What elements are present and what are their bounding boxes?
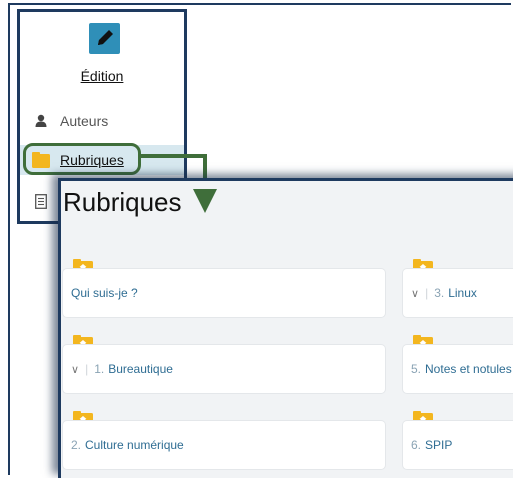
rubriques-highlight (23, 143, 141, 175)
document-icon (32, 192, 50, 210)
list-item[interactable]: 5. Notes et notules (403, 345, 513, 393)
separator: | (425, 286, 429, 300)
rubrique-number: 1. (94, 362, 105, 376)
rubrique-number: 3. (434, 286, 445, 300)
user-icon (32, 112, 50, 130)
list-item[interactable]: Qui suis-je ? (63, 269, 385, 317)
list-item[interactable]: ∨ | 1. Bureautique (63, 345, 385, 393)
menu-item-label: Auteurs (60, 113, 109, 129)
rubrique-label: SPIP (425, 438, 453, 452)
list-item[interactable]: 6. SPIP (403, 421, 513, 469)
rubrique-number: 6. (411, 438, 422, 452)
callout-arrow-horizontal (139, 154, 207, 158)
rubrique-label: Qui suis-je ? (71, 286, 138, 300)
rubriques-panel: Rubriques Qui suis-je ? ∨ | 3. Linux ∨ |… (58, 178, 513, 478)
list-item[interactable]: 2. Culture numérique (63, 421, 385, 469)
callout-arrow-head (193, 189, 217, 213)
list-item[interactable]: ∨ | 3. Linux (403, 269, 513, 317)
rubrique-label: Linux (448, 286, 477, 300)
rubrique-label: Culture numérique (85, 438, 184, 452)
rubrique-label: Notes et notules (425, 362, 512, 376)
menu-title-edition[interactable]: Édition (20, 68, 184, 84)
rubrique-number: 2. (71, 438, 82, 452)
edit-icon[interactable] (89, 23, 120, 54)
page-title: Rubriques (63, 187, 182, 217)
chevron-down-icon[interactable]: ∨ (411, 287, 419, 300)
chevron-down-icon[interactable]: ∨ (71, 363, 79, 376)
separator: | (85, 362, 89, 376)
rubrique-number: 5. (411, 362, 422, 376)
rubrique-label: Bureautique (108, 362, 173, 376)
menu-item-auteurs[interactable]: Auteurs (20, 106, 184, 136)
